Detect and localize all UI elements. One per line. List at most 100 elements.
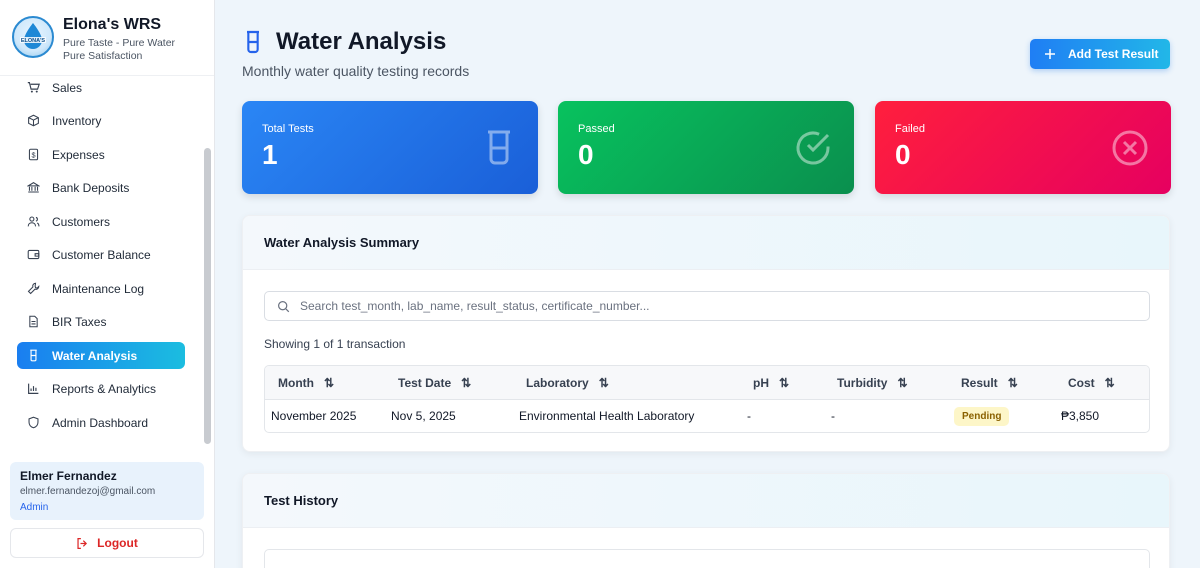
page-title: Water Analysis (276, 28, 447, 55)
water-drop-icon: ELONA'S (20, 23, 46, 49)
sidebar-item-label: Sales (52, 80, 83, 95)
sidebar-item-inventory[interactable]: Inventory (17, 107, 185, 134)
document-icon (29, 315, 38, 328)
search-box[interactable] (264, 291, 1150, 321)
beaker-icon (247, 30, 259, 54)
status-badge: Pending (954, 406, 1010, 426)
stat-label: Total Tests (262, 123, 314, 135)
user-role: Admin (20, 502, 49, 513)
cell-month: November 2025 (271, 409, 357, 423)
showing-count: Showing 1 of 1 transaction (264, 337, 406, 351)
add-test-result-label: Add Test Result (1068, 47, 1159, 61)
column-header-ph[interactable]: pH ⇅ (753, 366, 789, 400)
user-card: Elmer Fernandez elmer.fernandezoj@gmail.… (10, 462, 204, 520)
sidebar-item-label: BIR Taxes (52, 314, 107, 329)
stat-card-total-tests: Total Tests 1 (242, 101, 538, 194)
card-title: Test History (243, 474, 1169, 528)
sidebar-item-customers[interactable]: Customers (17, 208, 185, 235)
card-title: Water Analysis Summary (243, 216, 1169, 270)
water-analysis-summary-card: Water Analysis Summary Showing 1 of 1 tr… (242, 215, 1170, 452)
sidebar: ELONA'S Elona's WRS Pure Taste - Pure Wa… (0, 0, 215, 568)
receipt-icon: $ (28, 148, 39, 161)
x-circle-icon (1112, 130, 1148, 166)
cart-icon (27, 82, 40, 93)
user-email: elmer.fernandezoj@gmail.com (20, 486, 156, 497)
sidebar-item-label: Maintenance Log (52, 281, 145, 296)
brand-tagline-1: Pure Taste - Pure Water (63, 37, 176, 49)
cell-turbidity: - (831, 409, 835, 423)
wallet-icon (27, 249, 40, 260)
sidebar-item-label: Bank Deposits (52, 180, 130, 195)
sidebar-item-label: Expenses (52, 147, 105, 162)
summary-table: Month ⇅ Test Date ⇅ Laboratory ⇅ pH ⇅ Turbid… (264, 365, 1150, 433)
stat-value: 1 (262, 139, 278, 170)
logout-button[interactable]: Logout (10, 528, 204, 558)
brand-tagline-2: Pure Satisfaction (63, 50, 143, 62)
column-header-month[interactable]: Month ⇅ (278, 366, 334, 400)
sidebar-item-maintenance-log[interactable]: Maintenance Log (17, 275, 185, 302)
sort-icon[interactable]: ⇅ (1105, 376, 1115, 390)
bank-icon (27, 182, 40, 193)
page-subtitle: Monthly water quality testing records (242, 63, 470, 79)
stat-card-failed: Failed 0 (875, 101, 1171, 194)
brand-name: Elona's WRS (63, 16, 162, 33)
chart-icon (28, 383, 39, 394)
test-history-table (264, 549, 1150, 568)
cell-laboratory: Environmental Health Laboratory (519, 409, 695, 423)
cell-test-date: Nov 5, 2025 (391, 409, 456, 423)
check-circle-icon (796, 131, 830, 165)
logout-icon (77, 537, 88, 549)
table-header: Month ⇅ Test Date ⇅ Laboratory ⇅ pH ⇅ Turbid… (265, 366, 1149, 400)
box-icon (28, 114, 39, 127)
brand-logo: ELONA'S (12, 16, 54, 58)
sort-icon[interactable]: ⇅ (1008, 376, 1018, 390)
cell-cost: ₱3,850 (1061, 409, 1100, 423)
sidebar-item-sales[interactable]: Sales (17, 74, 185, 101)
sort-icon[interactable]: ⇅ (324, 376, 334, 390)
user-name: Elmer Fernandez (20, 469, 117, 483)
sidebar-item-label: Reports & Analytics (52, 381, 157, 396)
main-content: Water Analysis Monthly water quality tes… (216, 0, 1200, 568)
beaker-icon (488, 130, 510, 165)
logo-text: ELONA'S (21, 38, 46, 44)
beaker-icon (30, 349, 37, 362)
wrench-icon (27, 282, 40, 295)
sort-icon[interactable]: ⇅ (461, 376, 471, 390)
column-header-laboratory[interactable]: Laboratory ⇅ (526, 366, 609, 400)
column-header-result[interactable]: Result ⇅ (961, 366, 1018, 400)
sidebar-item-label: Admin Dashboard (52, 415, 149, 430)
column-header-cost[interactable]: Cost ⇅ (1068, 366, 1115, 400)
add-test-result-button[interactable]: Add Test Result (1030, 39, 1170, 69)
shield-icon (28, 416, 39, 429)
brand-header: ELONA'S Elona's WRS Pure Taste - Pure Wa… (0, 0, 214, 76)
sidebar-item-expenses[interactable]: $ Expenses (17, 141, 185, 168)
sidebar-item-bir-taxes[interactable]: BIR Taxes (17, 308, 185, 335)
logout-label: Logout (97, 536, 138, 550)
cell-ph: - (747, 409, 751, 423)
table-row[interactable]: November 2025 Nov 5, 2025 Environmental … (265, 400, 1149, 432)
page-header: Water Analysis (242, 28, 446, 56)
column-header-turbidity[interactable]: Turbidity ⇅ (837, 366, 908, 400)
sidebar-item-label: Customers (52, 214, 111, 229)
plus-icon (1045, 49, 1055, 59)
sidebar-item-bank-deposits[interactable]: Bank Deposits (17, 174, 185, 201)
sort-icon[interactable]: ⇅ (897, 376, 907, 390)
sort-icon[interactable]: ⇅ (599, 376, 609, 390)
sidebar-item-label: Customer Balance (52, 247, 151, 262)
sidebar-scrollbar[interactable] (204, 148, 211, 444)
search-input[interactable] (300, 299, 1140, 313)
sidebar-item-label: Inventory (52, 113, 102, 128)
column-header-test-date[interactable]: Test Date ⇅ (398, 366, 471, 400)
svg-text:$: $ (31, 150, 35, 159)
users-icon (27, 216, 40, 227)
sidebar-item-label: Water Analysis (52, 348, 138, 363)
stat-card-passed: Passed 0 (558, 101, 854, 194)
test-history-card: Test History (242, 473, 1170, 568)
sidebar-item-admin-dashboard[interactable]: Admin Dashboard (17, 409, 185, 436)
sort-icon[interactable]: ⇅ (779, 376, 789, 390)
sidebar-item-customer-balance[interactable]: Customer Balance (17, 241, 185, 268)
cell-result: Pending (954, 400, 1010, 432)
sidebar-item-reports-analytics[interactable]: Reports & Analytics (17, 375, 185, 402)
sidebar-item-water-analysis[interactable]: Water Analysis (17, 342, 185, 369)
search-icon (278, 300, 290, 312)
